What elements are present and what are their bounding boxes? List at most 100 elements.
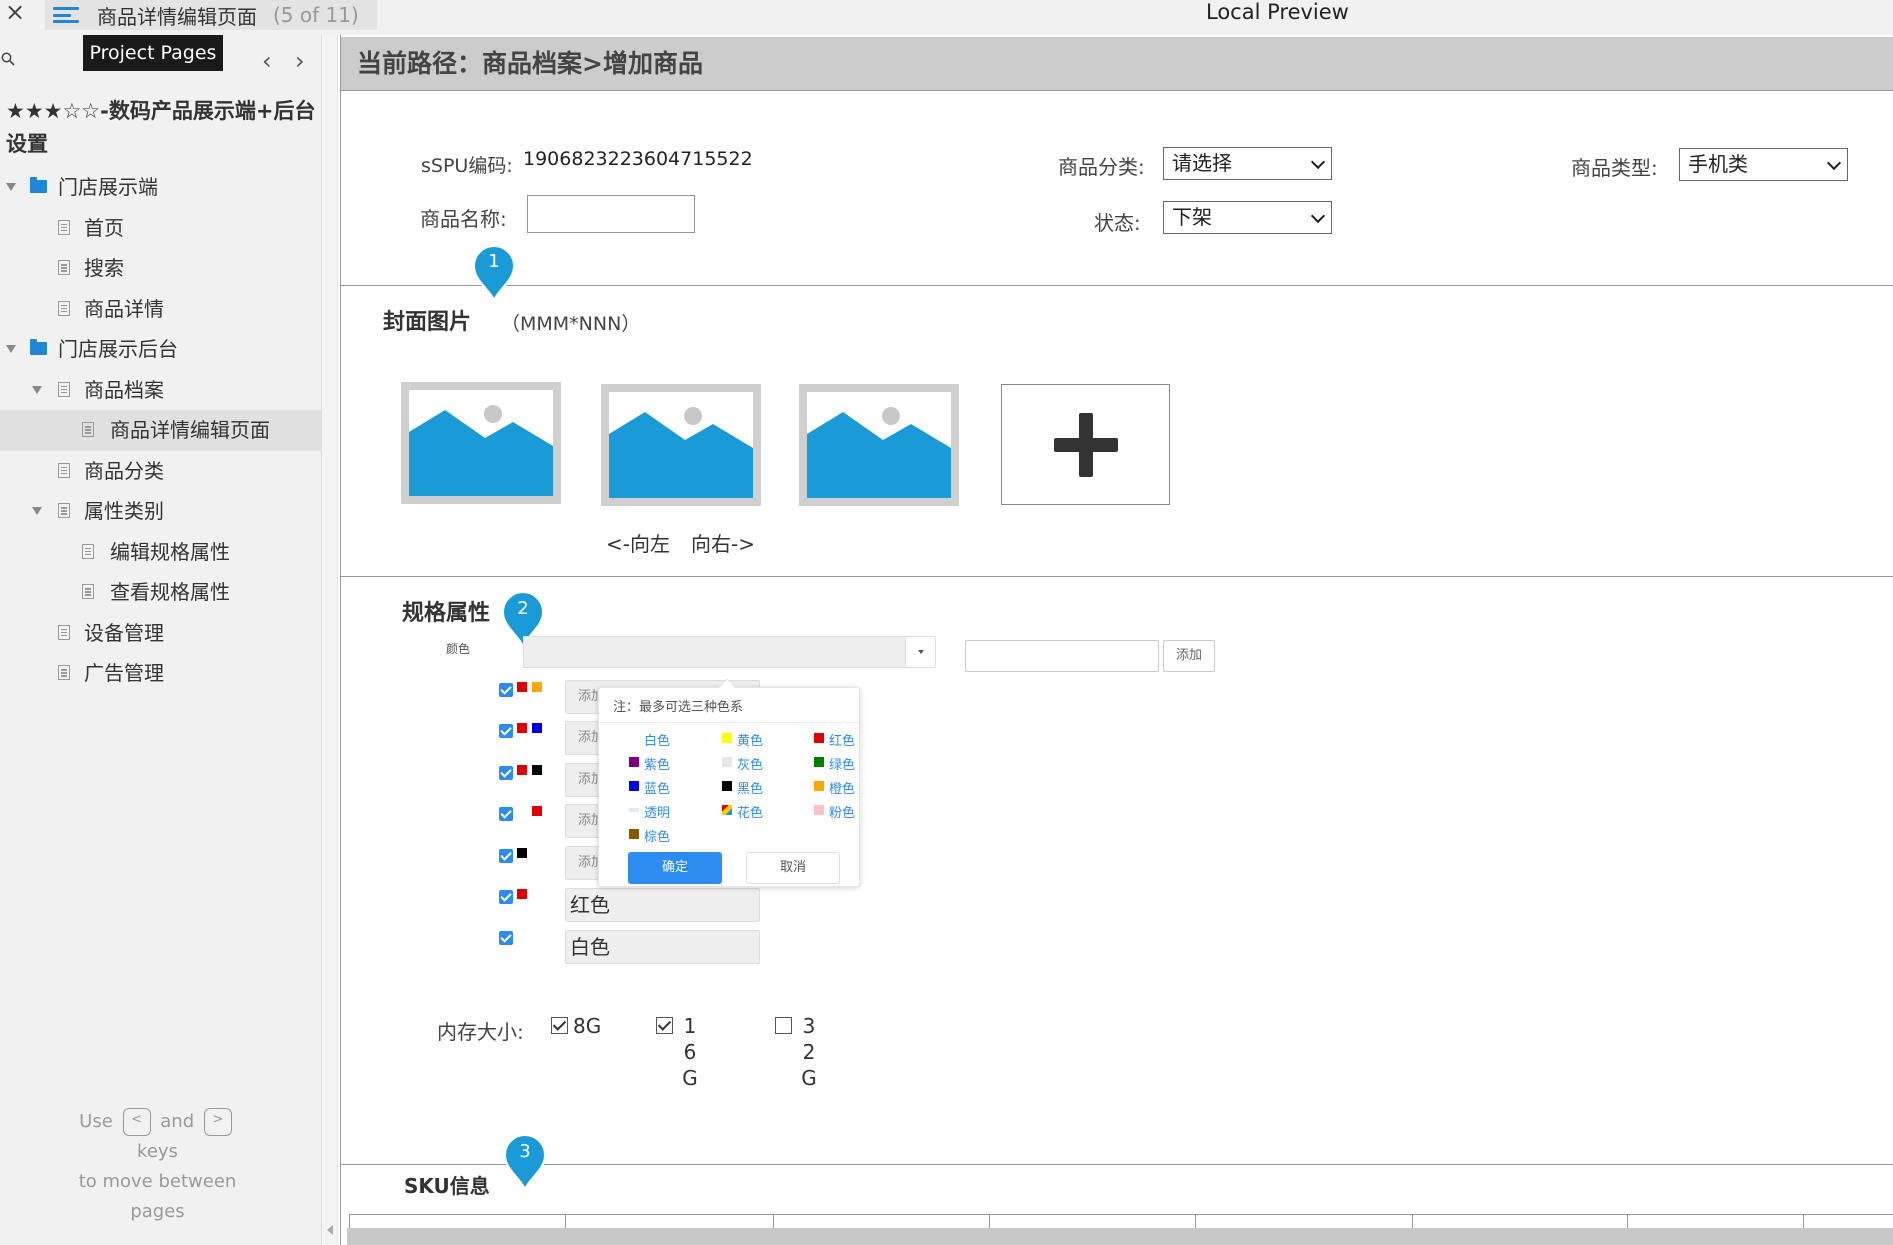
color-dot-icon: [814, 757, 824, 767]
folder-icon: [30, 339, 47, 355]
row-checkbox[interactable]: [499, 931, 513, 945]
tree-item-edit-spec[interactable]: 编辑规格属性: [0, 532, 322, 573]
folder-icon: [30, 177, 47, 193]
tree-item-attribute-category[interactable]: 属性类别: [0, 491, 322, 532]
tree-item-product-detail[interactable]: 商品详情: [0, 289, 322, 330]
color-swatch: [517, 723, 527, 733]
horizontal-scrollbar[interactable]: [347, 1228, 1893, 1245]
project-pages-tooltip: Project Pages: [83, 35, 223, 71]
category-label: 商品分类:: [1058, 155, 1145, 179]
color-option-yellow[interactable]: 黄色: [722, 730, 763, 749]
tree-item-label: 属性类别: [84, 499, 164, 523]
product-type-select-value: 手机类: [1688, 152, 1748, 176]
tree-item-store-backend[interactable]: 门店展示后台: [0, 329, 322, 370]
tree-item-label: 商品详情编辑页面: [110, 418, 270, 442]
product-type-select[interactable]: 手机类: [1679, 148, 1848, 181]
next-key-icon: >: [203, 1108, 232, 1136]
close-icon[interactable]: ×: [5, 0, 25, 26]
color-option-white[interactable]: 白色: [629, 730, 670, 749]
color-dot-icon: [629, 781, 639, 791]
page-list-tab[interactable]: 商品详情编辑页面 (5 of 11): [45, 0, 377, 30]
tree-item-device-management[interactable]: 设备管理: [0, 613, 322, 654]
tree-item-product-edit-page[interactable]: 商品详情编辑页面: [0, 410, 322, 451]
color-row-input-white[interactable]: 白色: [565, 930, 760, 964]
color-dot-icon: [814, 805, 824, 815]
help-text: and: [160, 1111, 195, 1132]
cover-image-1[interactable]: [401, 382, 561, 504]
caret-down-icon[interactable]: [6, 345, 16, 353]
confirm-button[interactable]: 确定: [628, 852, 722, 884]
row-checkbox[interactable]: [499, 724, 513, 738]
cancel-button[interactable]: 取消: [746, 852, 840, 884]
sku-info-title: SKU信息: [404, 1174, 490, 1198]
divider: [341, 576, 1893, 577]
caret-down-icon[interactable]: [6, 183, 16, 191]
spu-value: 1906823223604715522: [523, 148, 753, 170]
category-select[interactable]: 请选择: [1163, 147, 1332, 180]
row-checkbox[interactable]: [499, 849, 513, 863]
caret-down-icon[interactable]: [32, 507, 42, 515]
dropdown-arrow-icon[interactable]: [905, 637, 935, 667]
color-option-pink[interactable]: 粉色: [814, 802, 855, 821]
page-icon: [58, 300, 70, 316]
marker-number: 2: [517, 598, 529, 619]
add-color-button[interactable]: 添加: [1163, 640, 1215, 672]
color-option-multicolor[interactable]: 花色: [722, 802, 763, 821]
color-option-brown[interactable]: 棕色: [629, 826, 670, 845]
add-cover-image-button[interactable]: [1001, 384, 1170, 505]
row-checkbox[interactable]: [499, 683, 513, 697]
tree-item-store-front[interactable]: 门店展示端: [0, 167, 322, 208]
prev-key-icon: <: [122, 1108, 151, 1136]
status-select[interactable]: 下架: [1163, 201, 1332, 234]
caret-down-icon[interactable]: [32, 385, 42, 394]
color-dropdown[interactable]: [523, 636, 936, 668]
memory-checkbox-16g[interactable]: [656, 1017, 673, 1034]
tree-item-search[interactable]: 搜索: [0, 248, 322, 289]
color-option-blue[interactable]: 蓝色: [629, 778, 670, 797]
memory-label: 内存大小:: [437, 1020, 524, 1044]
cover-image-title: 封面图片: [383, 310, 472, 335]
color-option-orange[interactable]: 橙色: [814, 778, 855, 797]
color-option-red[interactable]: 红色: [814, 730, 855, 749]
product-name-input[interactable]: [527, 195, 695, 233]
color-option-purple[interactable]: 紫色: [629, 754, 670, 773]
scroll-left-arrow-icon[interactable]: [327, 1225, 333, 1235]
memory-checkbox-32g[interactable]: [775, 1017, 792, 1034]
memory-option-label: 16G: [682, 1014, 698, 1090]
page-icon: [58, 260, 70, 275]
cover-image-3[interactable]: [799, 384, 959, 506]
row-checkbox[interactable]: [499, 766, 513, 780]
menu-icon: [53, 5, 79, 25]
color-dot-icon: [722, 757, 732, 767]
color-dot-icon: [629, 808, 639, 812]
preview-title: Local Preview: [1206, 0, 1349, 24]
tree-item-product-category[interactable]: 商品分类: [0, 451, 322, 492]
status-select-value: 下架: [1172, 205, 1212, 229]
color-row-input-red[interactable]: 红色: [565, 888, 760, 922]
move-right-link[interactable]: 向右->: [691, 528, 755, 557]
help-text: pages: [130, 1201, 185, 1222]
chevron-down-icon: [1826, 155, 1842, 171]
search-icon[interactable]: [1, 52, 15, 66]
tree-item-home[interactable]: 首页: [0, 208, 322, 249]
move-left-link[interactable]: <-向左: [606, 528, 670, 557]
new-color-input[interactable]: [965, 640, 1159, 672]
status-label: 状态:: [1094, 211, 1141, 235]
memory-checkbox-8g[interactable]: [551, 1017, 568, 1034]
color-option-transparent[interactable]: 透明: [629, 802, 670, 821]
prev-page-arrow-icon[interactable]: ‹: [262, 47, 272, 75]
row-checkbox[interactable]: [499, 807, 513, 821]
color-swatch: [517, 765, 527, 775]
tree-item-view-spec[interactable]: 查看规格属性: [0, 572, 322, 613]
color-option-green[interactable]: 绿色: [814, 754, 855, 773]
color-option-black[interactable]: 黑色: [722, 778, 763, 797]
cover-image-2[interactable]: [601, 384, 761, 506]
row-checkbox[interactable]: [499, 890, 513, 904]
sidebar-scrollbar[interactable]: [322, 35, 338, 1245]
next-page-arrow-icon[interactable]: ›: [295, 47, 305, 75]
top-bar: × 商品详情编辑页面 (5 of 11) Local Preview: [0, 0, 1893, 35]
tree-item-product-archive[interactable]: 商品档案: [0, 370, 322, 411]
product-type-label: 商品类型:: [1571, 156, 1658, 180]
color-option-gray[interactable]: 灰色: [722, 754, 763, 773]
tree-item-ad-management[interactable]: 广告管理: [0, 653, 322, 694]
